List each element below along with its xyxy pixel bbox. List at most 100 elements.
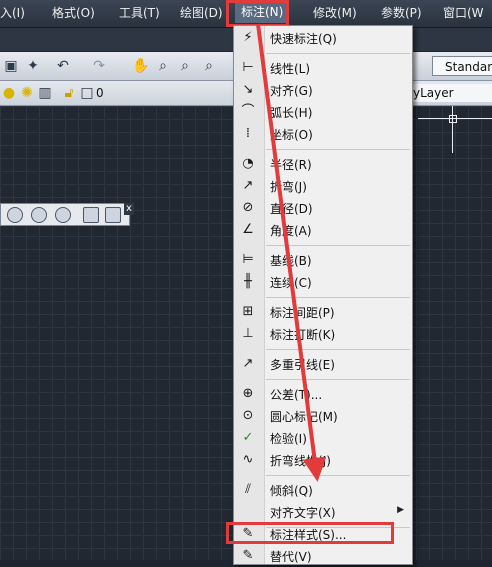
menu-item-angular[interactable]: ∠ 角度(A) (234, 219, 412, 241)
menu-item-radius[interactable]: ◔ 半径(R) (234, 153, 412, 175)
menu-item-label: 标注打断(K) (270, 328, 336, 342)
menu-tools[interactable]: 工具(T) (119, 5, 160, 22)
zoom-previous-icon[interactable]: ⌕ (200, 57, 218, 75)
menu-item-override[interactable]: ✎ 替代(V) (234, 545, 412, 567)
menu-item-label: 折弯线性(J) (270, 454, 331, 468)
crosshair (452, 106, 453, 153)
menu-window[interactable]: 窗口(W (443, 5, 484, 22)
menu-item-baseline[interactable]: ⊨ 基线(B) (234, 249, 412, 271)
dimension-menu: ⚡ 快速标注(Q) ⊢ 线性(L) ↘ 对齐(G) ⌒ 弧长(H) ⁞ 坐标(O… (233, 25, 413, 565)
menu-item-continue[interactable]: ╫ 连续(C) (234, 271, 412, 293)
color-swatch-icon: □ (80, 85, 94, 101)
menu-item-label: 半径(R) (270, 158, 312, 172)
close-icon[interactable]: x (124, 203, 134, 215)
aligned-icon: ↘ (242, 82, 254, 97)
dim-break-icon: ⊥ (242, 326, 254, 341)
bulb-icon[interactable]: ● (0, 84, 18, 102)
oblique-icon: ⫽ (245, 482, 251, 497)
menu-format[interactable]: 格式(O) (52, 5, 95, 22)
menu-item-quick-dimension[interactable]: ⚡ 快速标注(Q) (234, 27, 412, 49)
layer-name[interactable]: 0 (96, 86, 104, 100)
menu-item-aligned[interactable]: ↘ 对齐(G) (234, 79, 412, 101)
properties-icon[interactable]: ▣ (2, 57, 20, 75)
menu-item-dim-break[interactable]: ⊥ 标注打断(K) (234, 323, 412, 345)
menu-item-align-text[interactable]: 对齐文字(X) ▶ (234, 501, 412, 523)
menu-item-label: 标注间距(P) (270, 306, 335, 320)
menu-item-jogged-linear[interactable]: ∿ 折弯线性(J) (234, 449, 412, 471)
menu-parametric[interactable]: 参数(P) (381, 5, 422, 22)
multileader-icon: ↗ (242, 356, 254, 371)
zoom-window-icon[interactable]: ⌕ (176, 57, 194, 75)
menu-item-label: 基线(B) (270, 254, 312, 268)
sphere-icon[interactable] (7, 207, 23, 223)
arc-length-icon: ⌒ (241, 104, 255, 119)
menu-separator (266, 53, 410, 54)
ordinate-icon: ⁞ (245, 126, 251, 141)
menu-item-center-mark[interactable]: ⊙ 圆心标记(M) (234, 405, 412, 427)
menu-item-label: 公差(T)... (270, 388, 323, 402)
redo-icon[interactable]: ↷ (90, 57, 108, 75)
linear-icon: ⊢ (242, 60, 254, 75)
inspection-icon: ✓ (242, 430, 254, 445)
menu-item-label: 检验(I) (270, 432, 307, 446)
menu-item-label: 折弯(J) (270, 180, 307, 194)
undo-icon[interactable]: ↶ (54, 57, 72, 75)
viewport-icon[interactable]: ▥ (36, 84, 54, 102)
menu-item-label: 直径(D) (270, 202, 313, 216)
menu-item-label: 连续(C) (270, 276, 312, 290)
menu-item-inspection[interactable]: ✓ 检验(I) (234, 427, 412, 449)
menu-modify[interactable]: 修改(M) (313, 5, 357, 22)
menu-item-label: 角度(A) (270, 224, 312, 238)
text-style-dropdown[interactable]: Standar (432, 56, 492, 76)
override-icon: ✎ (242, 548, 254, 563)
lock-icon[interactable]: 🔓︎ (60, 84, 78, 102)
menu-item-diameter[interactable]: ⊘ 直径(D) (234, 197, 412, 219)
crosshair-pickbox (449, 115, 457, 123)
menu-item-jogged[interactable]: ↗ 折弯(J) (234, 175, 412, 197)
menu-item-oblique[interactable]: ⫽ 倾斜(Q) (234, 479, 412, 501)
menu-item-label: 替代(V) (270, 550, 312, 564)
jogged-icon: ↗ (242, 178, 254, 193)
annotation-highlight-box (226, 522, 394, 544)
radius-icon: ◔ (242, 156, 254, 171)
menu-item-multileader[interactable]: ↗ 多重引线(E) (234, 353, 412, 375)
menu-draw[interactable]: 绘图(D) (180, 5, 223, 22)
menu-separator (266, 297, 410, 298)
menu-separator (266, 245, 410, 246)
angular-icon: ∠ (242, 222, 254, 237)
menu-item-arc-length[interactable]: ⌒ 弧长(H) (234, 101, 412, 123)
sphere-minus-icon[interactable] (31, 207, 47, 223)
menu-item-label: 对齐文字(X) (270, 506, 336, 520)
sun-icon[interactable]: ✺ (18, 84, 36, 102)
continue-icon: ╫ (244, 274, 252, 289)
menu-item-ordinate[interactable]: ⁞ 坐标(O) (234, 123, 412, 145)
diameter-icon: ⊘ (242, 200, 254, 215)
box-icon[interactable] (83, 207, 99, 223)
menu-separator (266, 475, 410, 476)
quick-dimension-icon: ⚡ (243, 30, 253, 45)
menu-item-label: 线性(L) (270, 62, 311, 76)
menu-separator (266, 379, 410, 380)
menu-item-label: 弧长(H) (270, 106, 313, 120)
menu-item-label: 倾斜(Q) (270, 484, 313, 498)
match-props-icon[interactable]: ✦ (24, 57, 42, 75)
menu-item-label: 圆心标记(M) (270, 410, 338, 424)
baseline-icon: ⊨ (242, 252, 254, 267)
floating-toolbar (0, 203, 130, 226)
menu-insert[interactable]: 入(I) (0, 5, 34, 22)
zoom-realtime-icon[interactable]: ⌕ (154, 57, 172, 75)
menu-item-linear[interactable]: ⊢ 线性(L) (234, 57, 412, 79)
box-close-icon[interactable] (105, 207, 121, 223)
menu-separator (266, 349, 410, 350)
jogged-linear-icon: ∿ (242, 452, 254, 467)
menu-item-label: 坐标(O) (270, 128, 313, 142)
tolerance-icon: ⊕ (242, 386, 254, 401)
pan-icon[interactable]: ✋ (132, 57, 150, 75)
menu-separator (266, 149, 410, 150)
submenu-arrow-icon: ▶ (397, 505, 404, 515)
no-icon[interactable] (55, 207, 71, 223)
menu-item-tolerance[interactable]: ⊕ 公差(T)... (234, 383, 412, 405)
menu-item-dim-space[interactable]: ⊞ 标注间距(P) (234, 301, 412, 323)
dim-space-icon: ⊞ (242, 304, 254, 319)
color-dropdown[interactable]: yLayer (408, 84, 492, 102)
